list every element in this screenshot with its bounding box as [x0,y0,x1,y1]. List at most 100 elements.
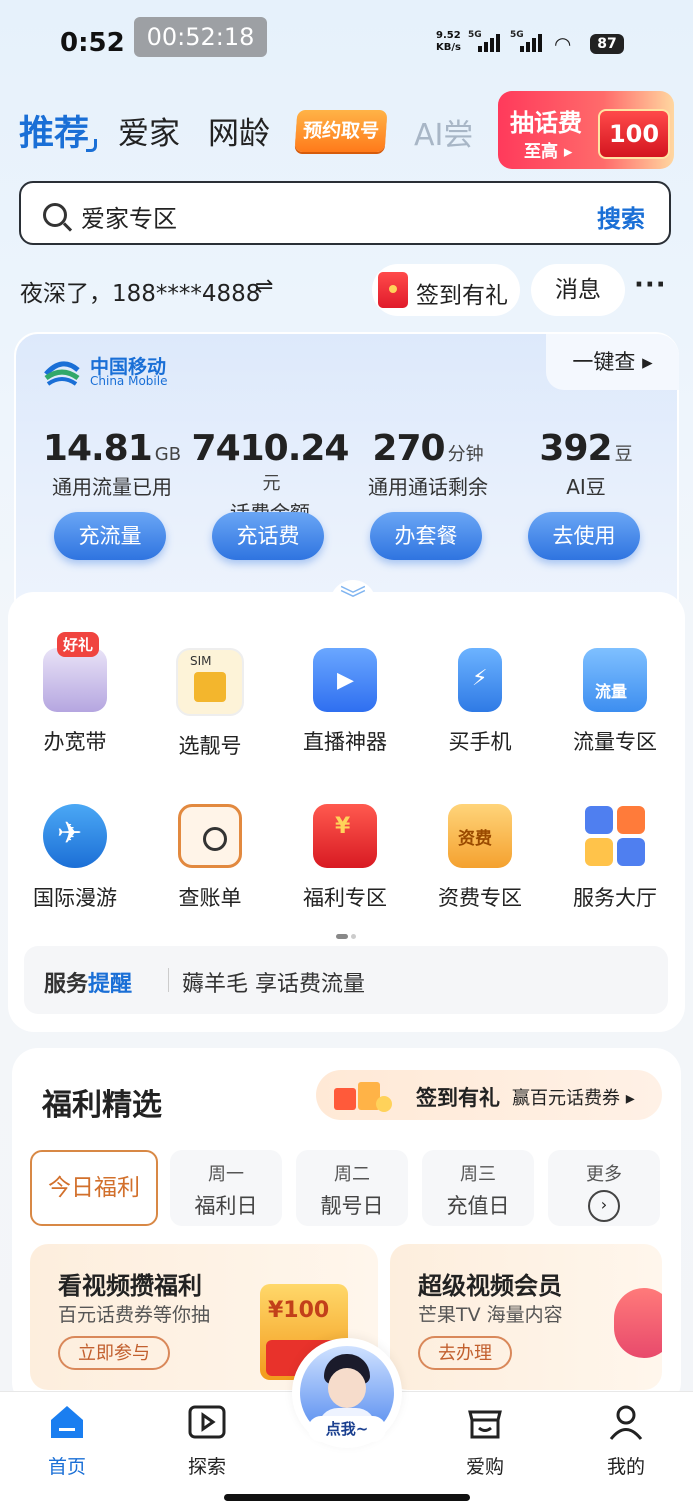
recharge-data-button[interactable]: 充流量 [54,512,166,560]
assistant-avatar-button[interactable]: 点我~ [292,1338,402,1448]
gift-icon [614,1288,662,1358]
gift-tag: 好礼 [57,632,100,657]
nav-explore[interactable]: 探索 [162,1402,252,1479]
home-indicator[interactable] [224,1494,470,1501]
search-button[interactable]: 搜索 [597,199,645,234]
search-bar[interactable]: 爱家专区 搜索 [19,181,671,245]
service-bill[interactable]: 查账单 [145,804,275,912]
service-broadband[interactable]: 好礼 办宽带 [10,632,140,756]
battery-icon: 87 [590,34,624,54]
use-beans-button[interactable]: 去使用 [528,512,640,560]
stat-call-minutes[interactable]: 270 分钟 通用通话剩余 [348,428,508,500]
nav-shop[interactable]: 爱购 [440,1402,530,1479]
yen-tag: ¥ [335,814,351,839]
get-plan-button[interactable]: 办套餐 [370,512,482,560]
more-icon[interactable]: ··· [634,270,667,300]
service-label: 查账单 [178,886,242,910]
service-pick-number[interactable]: SIM 选靓号 [145,648,275,760]
store-icon [468,1410,502,1439]
chevron-down-icon[interactable]: ︾ [330,580,376,626]
china-mobile-logo [44,361,80,386]
tab-ai[interactable]: AI尝 [414,110,474,154]
tab-wednesday[interactable]: 周三 充值日 [422,1150,534,1226]
card-title: 看视频攒福利 [58,1272,202,1300]
nav-label: 首页 [47,1456,86,1478]
service-buy-phone[interactable]: ⚡ 买手机 [415,648,545,756]
play-icon [188,1405,226,1439]
card-subtitle: 百元话费券等你抽 [58,1304,211,1326]
day-theme: 福利日 [194,1194,258,1218]
signal-1-icon: 5G [468,30,500,52]
service-reminder[interactable]: 服务提醒 薅羊毛 享话费流量 [24,946,668,1014]
service-label: 办宽带 [43,730,107,754]
day-name: 周二 [334,1164,370,1185]
account-card: 中国移动 China Mobile 一键查 ▸ 14.81 GB 通用流量已用 7… [14,332,679,622]
tab-today-welfare[interactable]: 今日福利 [30,1150,158,1226]
assistant-label: 点我~ [308,1416,386,1442]
promo-subtitle: 赢百元话费券 ▸ [512,1088,635,1109]
tab-tuesday[interactable]: 周二 靓号日 [296,1150,408,1226]
stat-unit: 豆 [614,444,633,465]
tab-recommend[interactable]: 推荐 [19,105,98,156]
stat-data-used[interactable]: 14.81 GB 通用流量已用 [32,428,192,500]
checkin-promo-banner[interactable]: 签到有礼 赢百元话费券 ▸ [316,1070,662,1120]
swap-account-icon[interactable]: ⇌ [255,274,273,299]
red-envelope-icon: ¥ [313,804,377,868]
tab-network-age[interactable]: 网龄 [208,108,270,153]
tab-reserve-number[interactable]: 预约取号 [294,110,388,152]
promo-coupon: 100元 [598,109,670,169]
screen-record-timer[interactable]: 00:52:18 [134,17,267,57]
apply-button[interactable]: 去办理 [418,1336,512,1370]
video-camera-icon: ▶ [313,648,377,712]
video-vip-card[interactable]: 超级视频会员 芒果TV 海量内容 去办理 [390,1244,662,1390]
section-title: 福利精选 [42,1080,162,1124]
reminder-text: 薅羊毛 享话费流量 [182,972,365,997]
service-label: 选靓号 [178,734,242,758]
folder-icon: 资费 [448,804,512,868]
more-label: 更多 [586,1164,622,1185]
lottery-promo-banner[interactable]: 抽话费 至高 ▸ 100元 [498,91,674,169]
router-icon: 好礼 [43,632,107,712]
home-icon [51,1406,83,1438]
divider [168,968,169,992]
sim-tag: SIM [190,654,212,668]
service-benefits[interactable]: ¥ 福利专区 [280,804,410,912]
coupon-amount: ¥100 [268,1298,330,1323]
messages-button[interactable]: 消息 [531,264,625,316]
wifi-icon: ◠ [555,32,571,56]
tab-monday[interactable]: 周一 福利日 [170,1150,282,1226]
service-label: 买手机 [448,730,512,754]
status-time: 0:52 [60,28,125,58]
red-envelope-icon [378,272,408,308]
service-label: 福利专区 [303,886,387,910]
service-hall[interactable]: 服务大厅 [550,804,680,912]
nav-label: 爱购 [465,1456,504,1478]
network-speed-value: 9.52 [436,30,461,41]
one-key-check-button[interactable]: 一键查 ▸ [546,334,679,390]
greeting-text: 夜深了，188****4888 [20,281,261,307]
join-button[interactable]: 立即参与 [58,1336,170,1370]
stat-unit: 分钟 [447,444,484,465]
checkin-label: 签到有礼 [416,283,508,309]
recharge-balance-button[interactable]: 充话费 [212,512,324,560]
service-live-stream[interactable]: ▶ 直播神器 [280,648,410,756]
stat-unit: GB [154,444,182,465]
tab-home[interactable]: 爱家 [118,108,180,153]
service-roaming[interactable]: ✈ 国际漫游 [10,804,140,912]
stat-ai-beans[interactable]: 392 豆 AI豆 [506,428,666,500]
gift-icon [334,1082,392,1112]
search-input[interactable]: 爱家专区 [81,199,177,234]
service-data-zone[interactable]: 流量 流量专区 [550,648,680,756]
stat-label: 通用通话剩余 [368,475,488,499]
nav-me[interactable]: 我的 [581,1402,671,1479]
service-tariff[interactable]: 资费 资费专区 [415,804,545,912]
nav-home[interactable]: 首页 [22,1402,112,1479]
service-label: 流量专区 [573,730,657,754]
chevron-right-icon: › [588,1190,620,1222]
data-tag: 流量 [595,682,628,701]
tab-more[interactable]: 更多 › [548,1150,660,1226]
stat-value: 270 [372,428,445,469]
grid-icon [583,804,647,868]
day-name: 周一 [208,1164,244,1185]
checkin-button[interactable]: 签到有礼 [372,264,520,316]
